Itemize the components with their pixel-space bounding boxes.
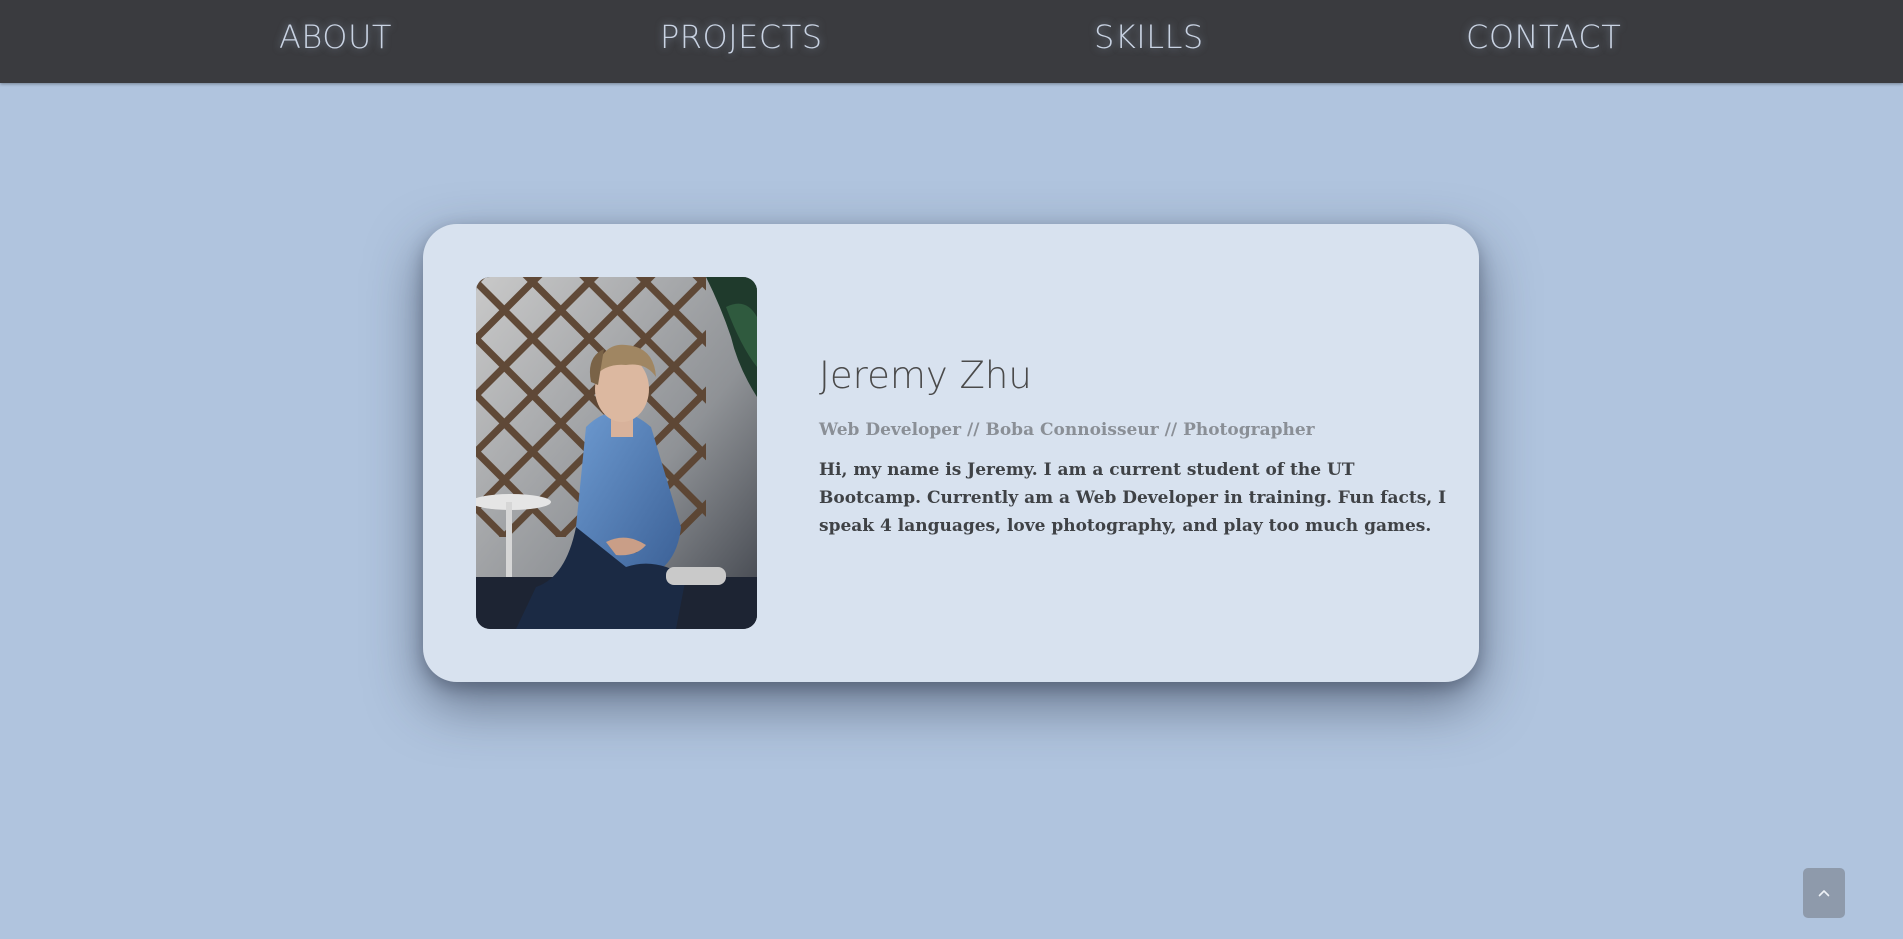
nav-link-about[interactable]: ABOUT	[279, 18, 392, 56]
about-text: Jeremy Zhu Web Developer//Boba Connoisse…	[819, 354, 1449, 540]
role-boba-connoisseur: Boba Connoisseur	[985, 420, 1159, 441]
role-separator: //	[967, 420, 980, 441]
role-web-developer: Web Developer	[819, 420, 962, 441]
nav-link-contact[interactable]: CONTACT	[1466, 18, 1621, 56]
chevron-up-icon	[1818, 889, 1830, 897]
profile-photo	[476, 277, 757, 629]
role-separator: //	[1164, 420, 1178, 441]
role-photographer: Photographer	[1183, 420, 1315, 441]
about-card: Jeremy Zhu Web Developer//Boba Connoisse…	[423, 224, 1479, 682]
scroll-to-top-button[interactable]	[1803, 868, 1845, 918]
profile-name: Jeremy Zhu	[819, 354, 1032, 397]
navbar: ABOUT PROJECTS SKILLS CONTACT	[0, 0, 1903, 83]
nav-link-skills[interactable]: SKILLS	[1094, 18, 1204, 56]
profile-bio: Hi, my name is Jeremy. I am a current st…	[819, 460, 1447, 537]
nav-link-projects[interactable]: PROJECTS	[660, 18, 823, 56]
profile-roles: Web Developer//Boba Connoisseur//Photogr…	[819, 420, 1449, 440]
